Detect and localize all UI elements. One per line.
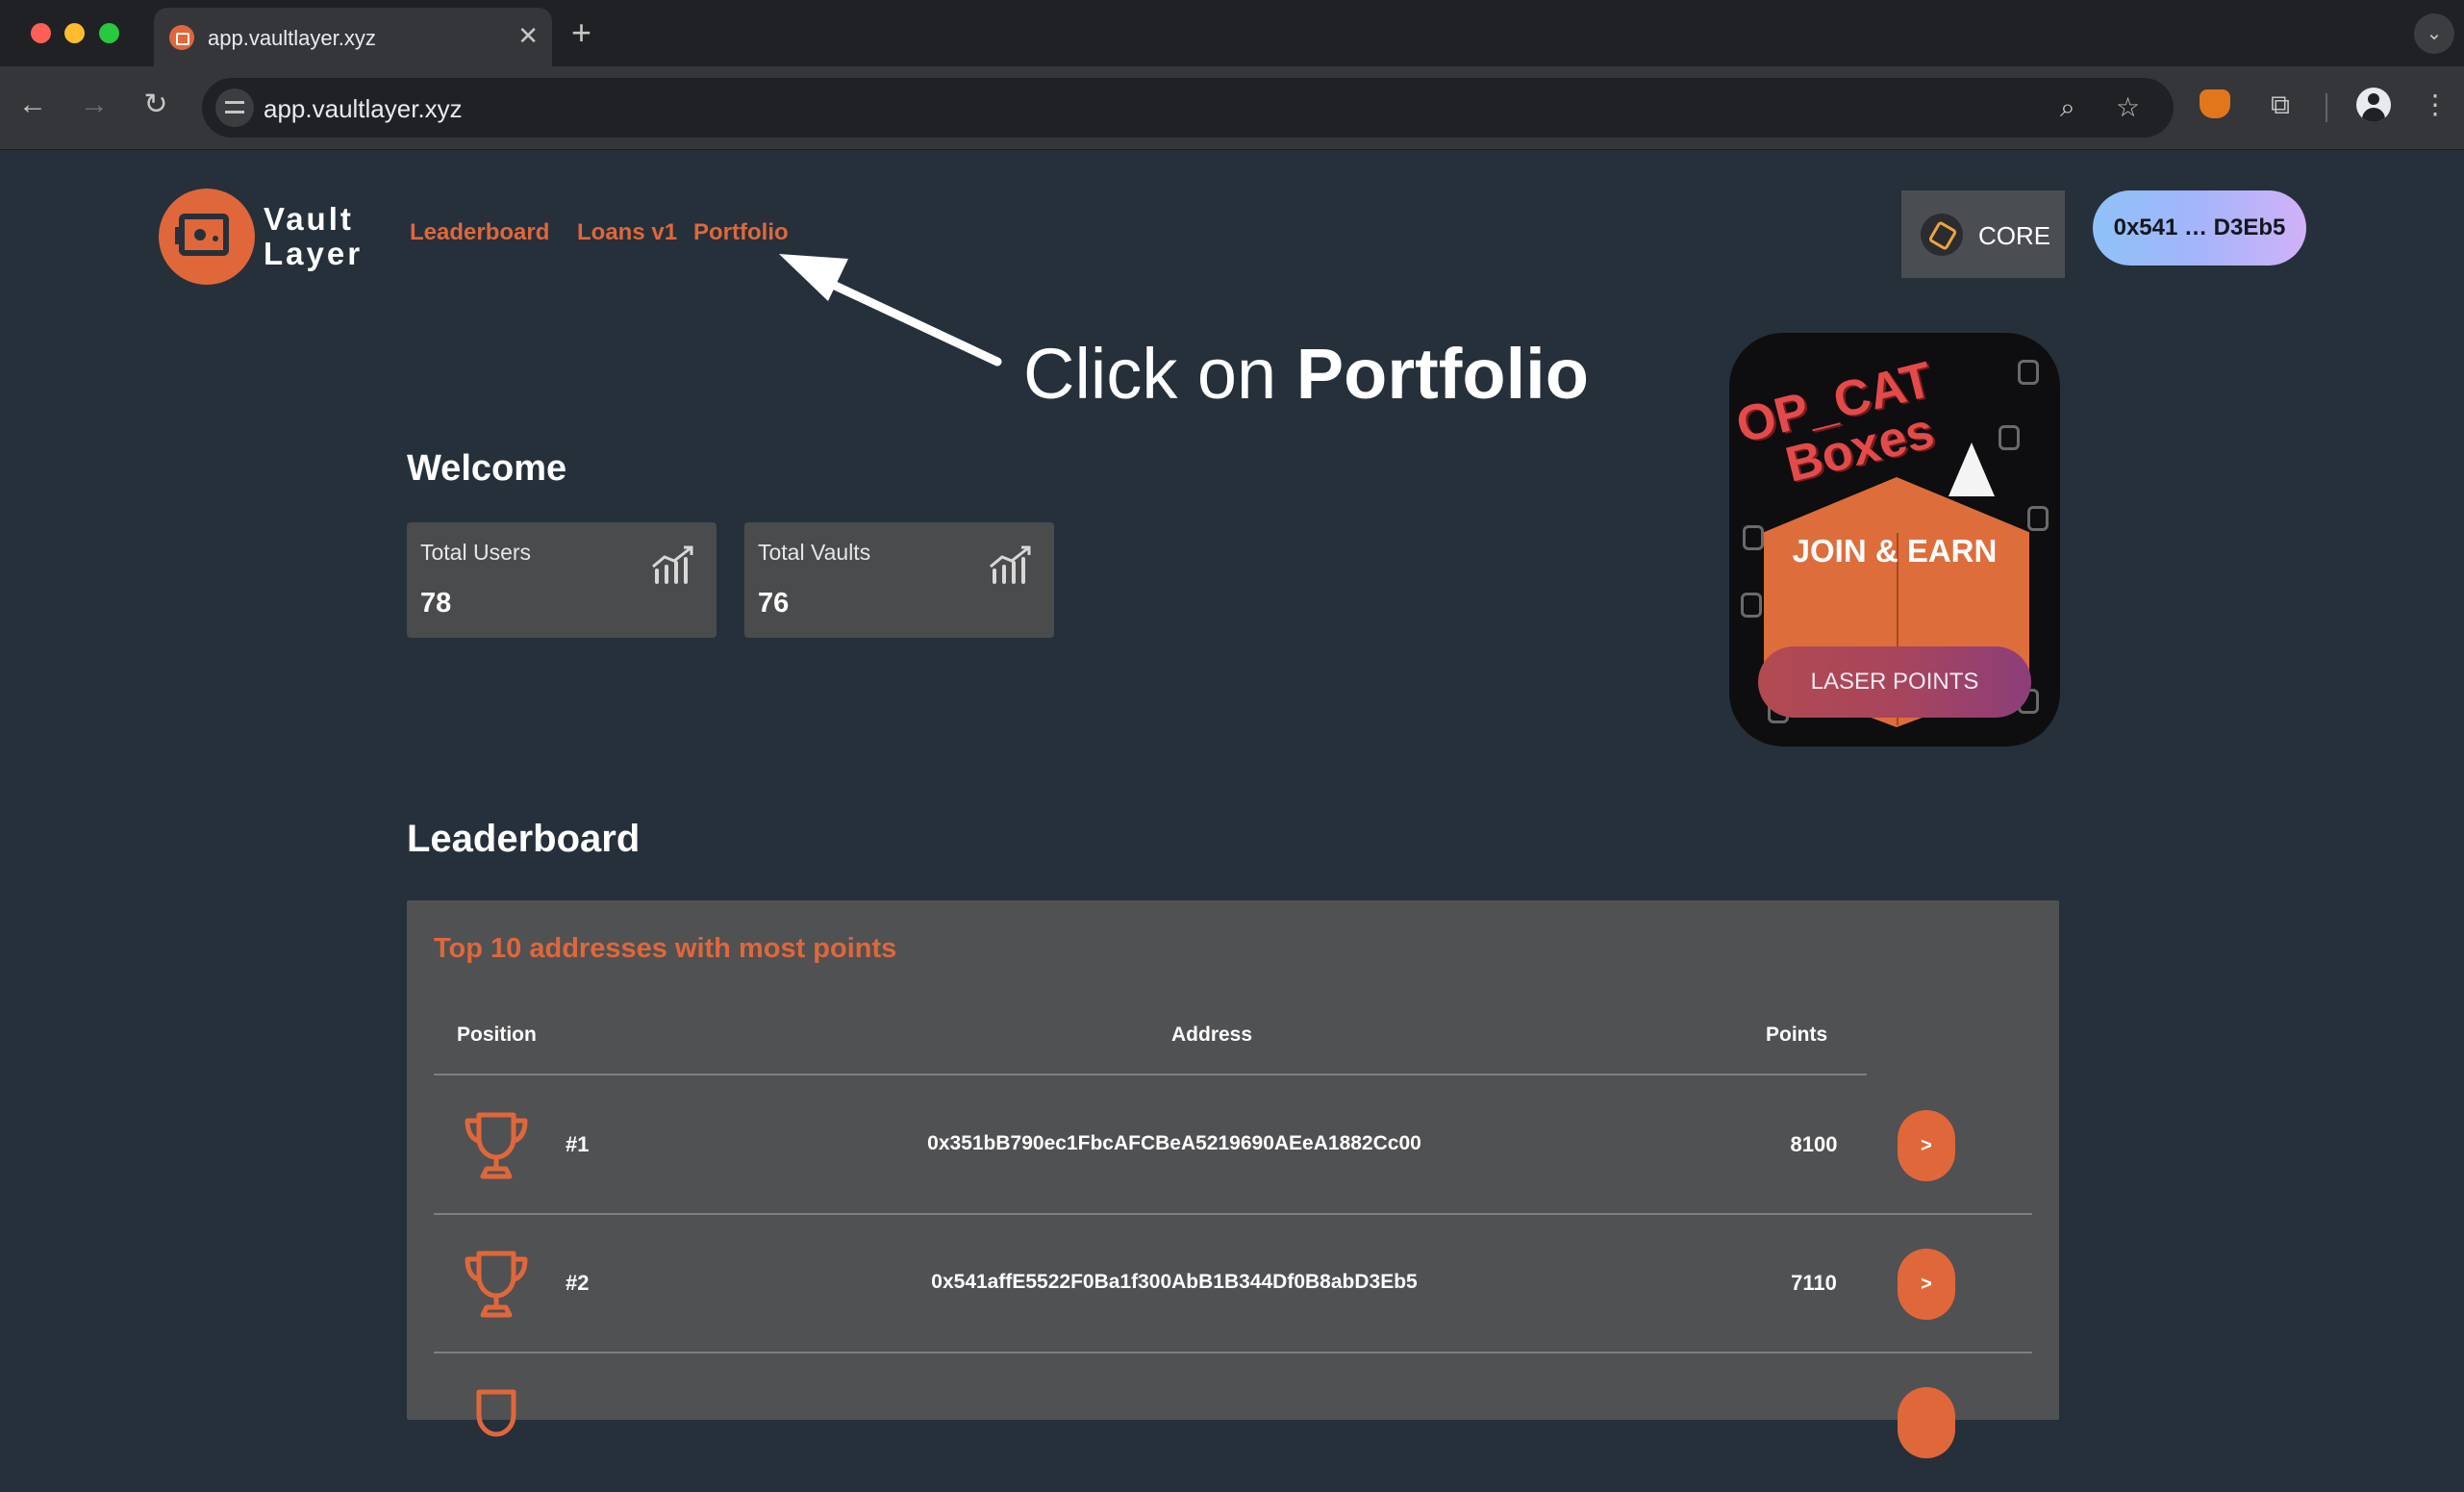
trophy-icon xyxy=(465,1251,528,1318)
stat-card-total-vaults: Total Vaults 76 xyxy=(744,522,1054,638)
row-address: 0x541affE5522F0Ba1f300AbB1B344Df0B8abD3E… xyxy=(931,1271,1418,1293)
opcat-boxes-promo-card[interactable]: OP_CAT Boxes JOIN & EARN LASER POINTS xyxy=(1729,333,2060,746)
laser-points-button[interactable]: LASER POINTS xyxy=(1758,646,2031,718)
column-header-points: Points xyxy=(1766,1024,1828,1046)
stat-card-total-users: Total Users 78 xyxy=(407,522,717,638)
promo-title: OP_CAT Boxes xyxy=(1731,352,1949,499)
lock-icon xyxy=(1741,593,1762,618)
stat-label: Total Vaults xyxy=(758,540,871,565)
lock-icon xyxy=(2018,360,2039,385)
header-divider xyxy=(434,1074,1867,1075)
row-points: 8100 xyxy=(1790,1132,1838,1156)
chart-growth-icon xyxy=(990,545,1031,584)
trophy-icon xyxy=(465,1112,528,1179)
row-position: #2 xyxy=(566,1271,590,1295)
leaderboard-subtitle: Top 10 addresses with most points xyxy=(434,933,897,964)
column-header-address: Address xyxy=(1171,1024,1253,1046)
stat-value: 78 xyxy=(420,588,452,619)
table-row: #1 0x351bB790ec1FbcAFCBeA5219690AEeA1882… xyxy=(434,1076,2032,1215)
promo-tagline: JOIN & EARN xyxy=(1792,533,1998,569)
lock-icon xyxy=(1999,425,2020,450)
leaderboard-heading: Leaderboard xyxy=(407,818,641,860)
welcome-heading: Welcome xyxy=(407,448,567,489)
annotation-emphasis: Portfolio xyxy=(1295,334,1589,414)
view-address-button[interactable]: > xyxy=(1898,1110,1955,1181)
annotation-prefix: Click on xyxy=(1023,334,1296,414)
stat-label: Total Users xyxy=(420,540,532,565)
view-address-button[interactable]: > xyxy=(1898,1249,1955,1320)
stat-value: 76 xyxy=(758,588,790,619)
column-header-position: Position xyxy=(457,1024,537,1046)
row-position: #1 xyxy=(566,1132,590,1156)
view-address-button[interactable] xyxy=(1898,1387,1955,1458)
leaderboard-panel: Top 10 addresses with most points Positi… xyxy=(407,900,2059,1458)
chart-growth-icon xyxy=(652,545,693,584)
table-row xyxy=(434,1353,2032,1492)
row-address: 0x351bB790ec1FbcAFCBeA5219690AEeA1882Cc0… xyxy=(927,1132,1421,1154)
annotation-instruction: Click on Portfolio xyxy=(1023,333,1589,415)
table-row: #2 0x541affE5522F0Ba1f300AbB1B344Df0B8ab… xyxy=(434,1215,2032,1353)
row-points: 7110 xyxy=(1791,1271,1837,1295)
lock-icon xyxy=(2027,506,2049,531)
